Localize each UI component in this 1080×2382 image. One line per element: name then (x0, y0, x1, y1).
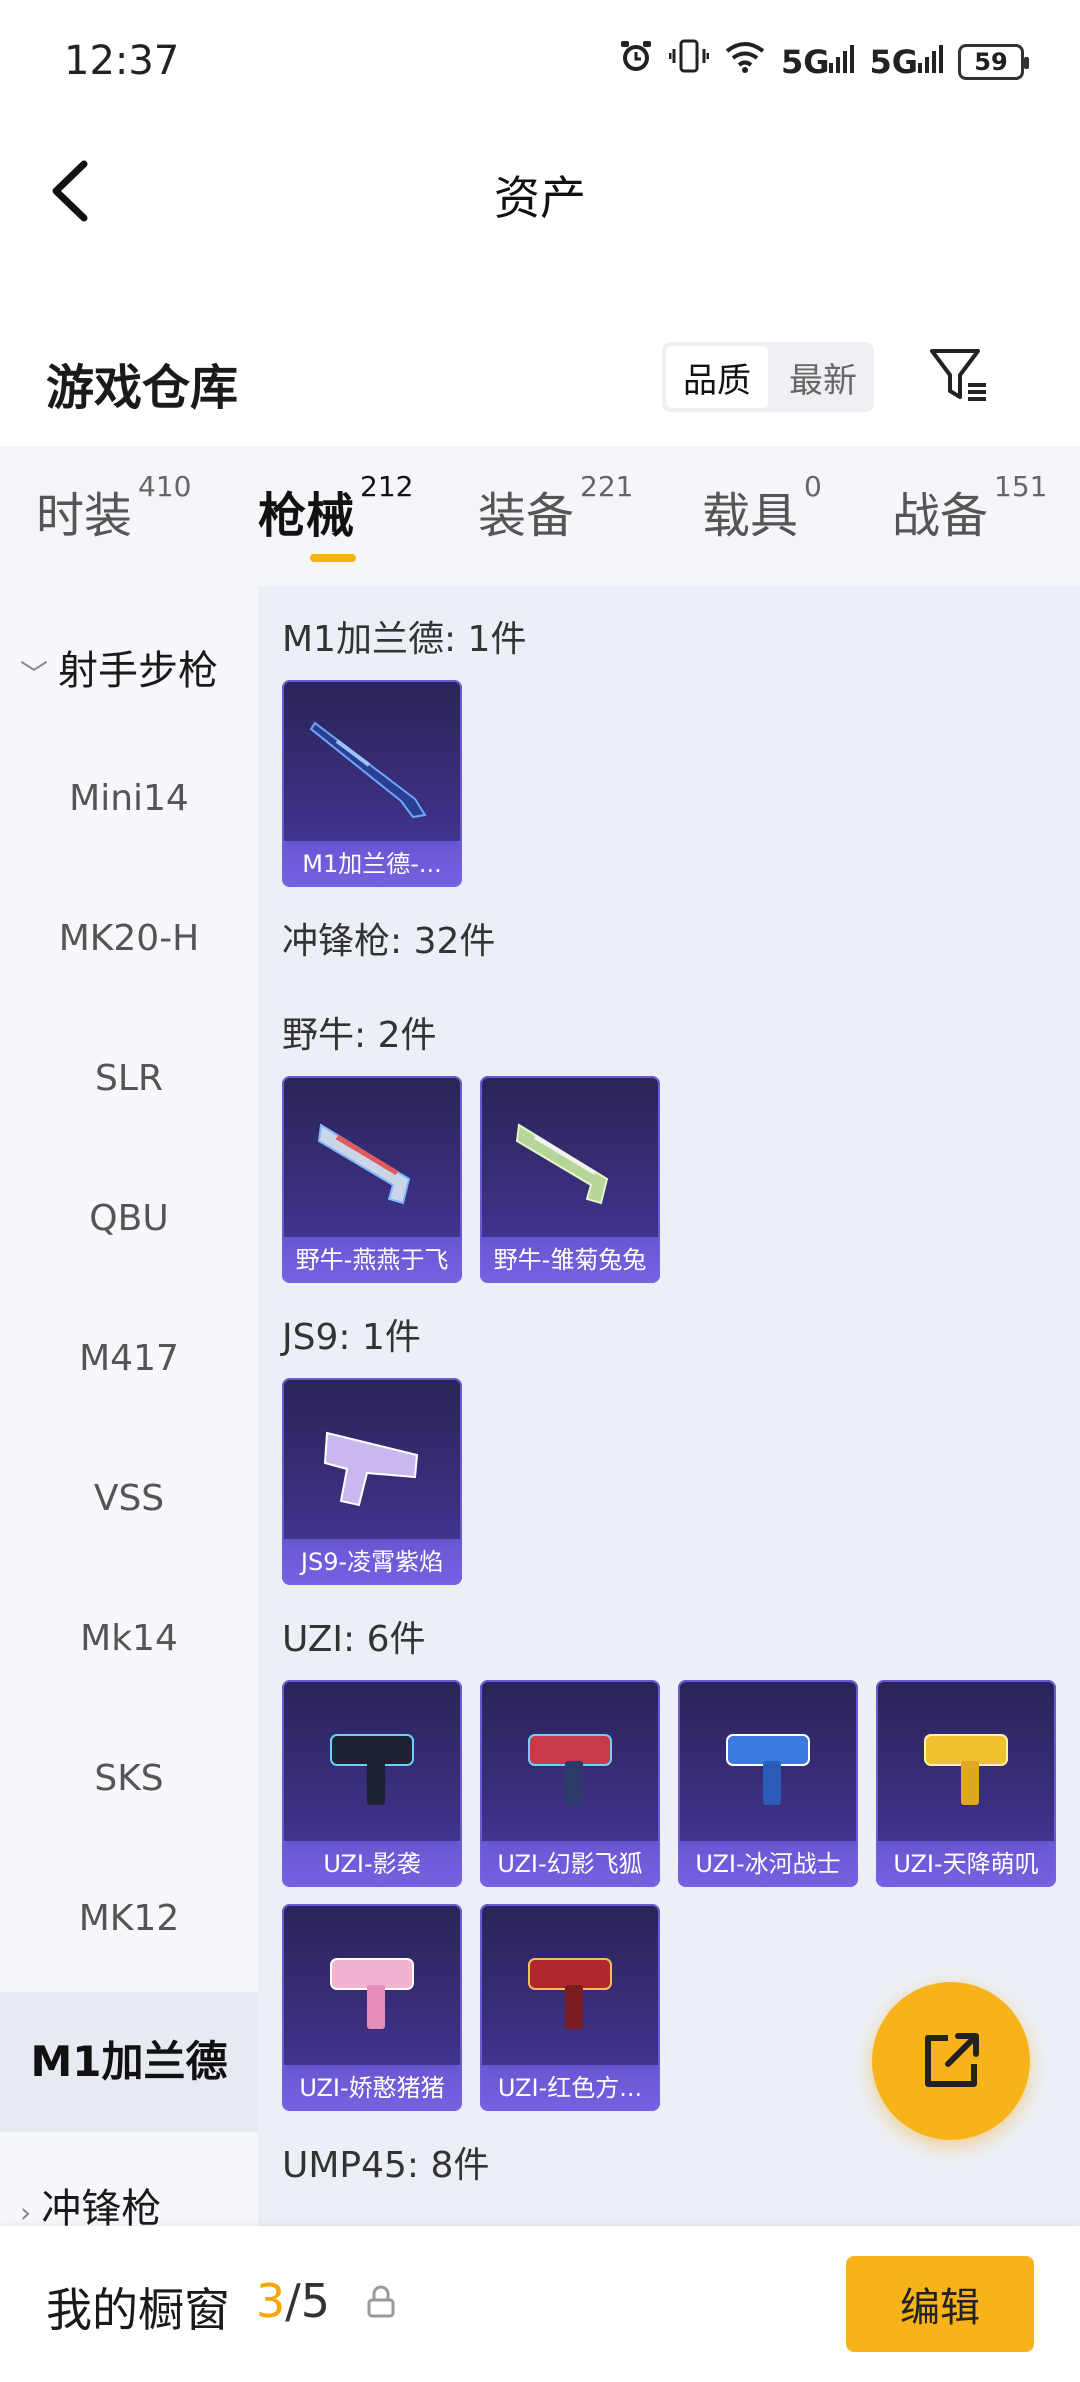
sidebar-item-m1-garand[interactable]: M1加兰德 (0, 1992, 258, 2132)
weapon-card-label: 野牛-燕燕于飞 (282, 1237, 462, 1283)
tab-guns-count: 212 (360, 470, 414, 503)
smg-icon (282, 1378, 462, 1538)
share-icon (925, 2033, 979, 2087)
weapon-grid-panel: M1加兰德: 1件 M1加兰德-... 冲锋枪: 32件 野牛: 2件 野牛-燕… (258, 586, 1080, 2226)
smg-icon (282, 1076, 462, 1236)
weapon-card[interactable]: UZI-红色方... (480, 1904, 660, 2111)
section-title-smg: 冲锋枪: 32件 (282, 921, 496, 962)
weapon-card[interactable]: UZI-天降萌叽 (876, 1680, 1056, 1887)
weapon-card[interactable]: JS9-凌霄紫焰 (282, 1378, 462, 1585)
weapon-card[interactable]: 野牛-雏菊兔兔 (480, 1076, 660, 1283)
status-icons: 5G 5G 59 (617, 37, 1029, 88)
tab-combat-supplies-count: 151 (994, 470, 1048, 503)
weapon-card-label: UZI-天降萌叽 (876, 1841, 1056, 1887)
sort-quality-option[interactable]: 品质 (666, 346, 768, 408)
tab-equipment-count: 221 (580, 470, 634, 503)
showcase-count: 3/5 (256, 2274, 330, 2328)
sidebar-item-slr[interactable]: SLR (0, 1058, 258, 1099)
tab-equipment[interactable]: 装备221 (478, 470, 633, 546)
signal-2-label: 5G (869, 43, 918, 81)
section-title-ump45: UMP45: 8件 (282, 2145, 490, 2186)
battery-level: 59 (974, 48, 1008, 76)
tab-fashion-label: 时装 (36, 488, 133, 544)
uzi-icon (480, 1904, 660, 2064)
tab-combat-supplies[interactable]: 战备151 (892, 470, 1047, 546)
rifle-icon (282, 680, 462, 840)
showcase-total: /5 (285, 2274, 331, 2328)
lock-icon (364, 2282, 398, 2322)
uzi-icon (282, 1904, 462, 2064)
page-title: 资产 (494, 171, 586, 225)
warehouse-header: 游戏仓库 品质 最新 (0, 330, 1080, 430)
showcase-bar: 我的橱窗 3/5 编辑 (0, 2226, 1080, 2382)
alarm-icon (617, 37, 655, 88)
sort-toggle: 品质 最新 (662, 342, 874, 412)
signal-1-label: 5G (780, 43, 830, 81)
vibrate-icon (668, 37, 710, 88)
sidebar-group-marksman-rifles[interactable]: ﹀ 射手步枪 (0, 638, 258, 696)
filter-icon (930, 349, 986, 401)
warehouse-title: 游戏仓库 (46, 360, 239, 416)
section-title-m1: M1加兰德: 1件 (282, 619, 527, 660)
weapon-card[interactable]: 野牛-燕燕于飞 (282, 1076, 462, 1283)
tab-combat-supplies-label: 战备 (892, 488, 989, 544)
tab-vehicles-label: 载具 (702, 488, 799, 544)
sort-latest-option[interactable]: 最新 (772, 342, 874, 412)
edit-button[interactable]: 编辑 (846, 2256, 1034, 2352)
signal-2-icon: 5G (869, 38, 944, 86)
weapon-card[interactable]: UZI-影袭 (282, 1680, 462, 1887)
clock: 12:37 (64, 38, 180, 84)
active-tab-indicator (310, 554, 356, 562)
weapon-card-label: UZI-影袭 (282, 1841, 462, 1887)
chevron-right-icon: › (20, 2196, 32, 2229)
filter-button[interactable] (924, 340, 994, 410)
sidebar-item-mk14[interactable]: Mk14 (0, 1618, 258, 1659)
showcase-current: 3 (256, 2274, 286, 2328)
sidebar-item-vss[interactable]: VSS (0, 1478, 258, 1519)
sidebar-item-qbu[interactable]: QBU (0, 1198, 258, 1239)
tab-guns[interactable]: 枪械212 (258, 470, 413, 546)
sidebar-group-label: 射手步枪 (58, 648, 219, 694)
tab-equipment-label: 装备 (478, 488, 575, 544)
share-button[interactable] (872, 1982, 1030, 2140)
weapon-card-label: 野牛-雏菊兔兔 (480, 1237, 660, 1283)
uzi-icon (480, 1680, 660, 1840)
uzi-icon (876, 1680, 1056, 1840)
weapon-card-label: JS9-凌霄紫焰 (282, 1539, 462, 1585)
smg-icon (480, 1076, 660, 1236)
weapon-card-label: UZI-红色方... (480, 2065, 660, 2111)
title-bar: 资产 (0, 130, 1080, 250)
weapon-card-label: M1加兰德-... (282, 841, 462, 887)
wifi-icon (723, 37, 767, 88)
sidebar-item-sks[interactable]: SKS (0, 1758, 258, 1799)
section-title-js9: JS9: 1件 (282, 1317, 421, 1358)
weapon-card-label: UZI-幻影飞狐 (480, 1841, 660, 1887)
status-bar: 12:37 5G 5G 59 (0, 0, 1080, 120)
chevron-down-icon: ﹀ (20, 658, 49, 691)
tab-fashion-count: 410 (138, 470, 192, 503)
uzi-icon (282, 1680, 462, 1840)
weapon-type-sidebar: ﹀ 射手步枪 Mini14 MK20-H SLR QBU M417 VSS Mk1… (0, 586, 258, 2232)
tab-guns-label: 枪械 (258, 488, 355, 544)
battery-icon: 59 (958, 44, 1029, 80)
weapon-card[interactable]: UZI-幻影飞狐 (480, 1680, 660, 1887)
weapon-card-label: UZI-娇憨猪猪 (282, 2065, 462, 2111)
category-tabs: 时装410 枪械212 装备221 载具0 战备151 (0, 446, 1080, 586)
section-title-bizon: 野牛: 2件 (282, 1015, 437, 1056)
sidebar-item-mk12[interactable]: MK12 (0, 1898, 258, 1939)
tab-fashion[interactable]: 时装410 (36, 470, 191, 546)
weapon-card[interactable]: M1加兰德-... (282, 680, 462, 887)
sidebar-item-m417[interactable]: M417 (0, 1338, 258, 1379)
weapon-card[interactable]: UZI-娇憨猪猪 (282, 1904, 462, 2111)
tab-vehicles[interactable]: 载具0 (702, 470, 822, 546)
sidebar-item-mini14[interactable]: Mini14 (0, 778, 258, 819)
tab-vehicles-count: 0 (804, 470, 822, 503)
uzi-icon (678, 1680, 858, 1840)
signal-1-icon: 5G (781, 38, 856, 86)
sidebar-item-mk20h[interactable]: MK20-H (0, 918, 258, 959)
showcase-title: 我的橱窗 (46, 2283, 230, 2337)
weapon-card[interactable]: UZI-冰河战士 (678, 1680, 858, 1887)
weapon-card-label: UZI-冰河战士 (678, 1841, 858, 1887)
section-title-uzi: UZI: 6件 (282, 1619, 426, 1660)
